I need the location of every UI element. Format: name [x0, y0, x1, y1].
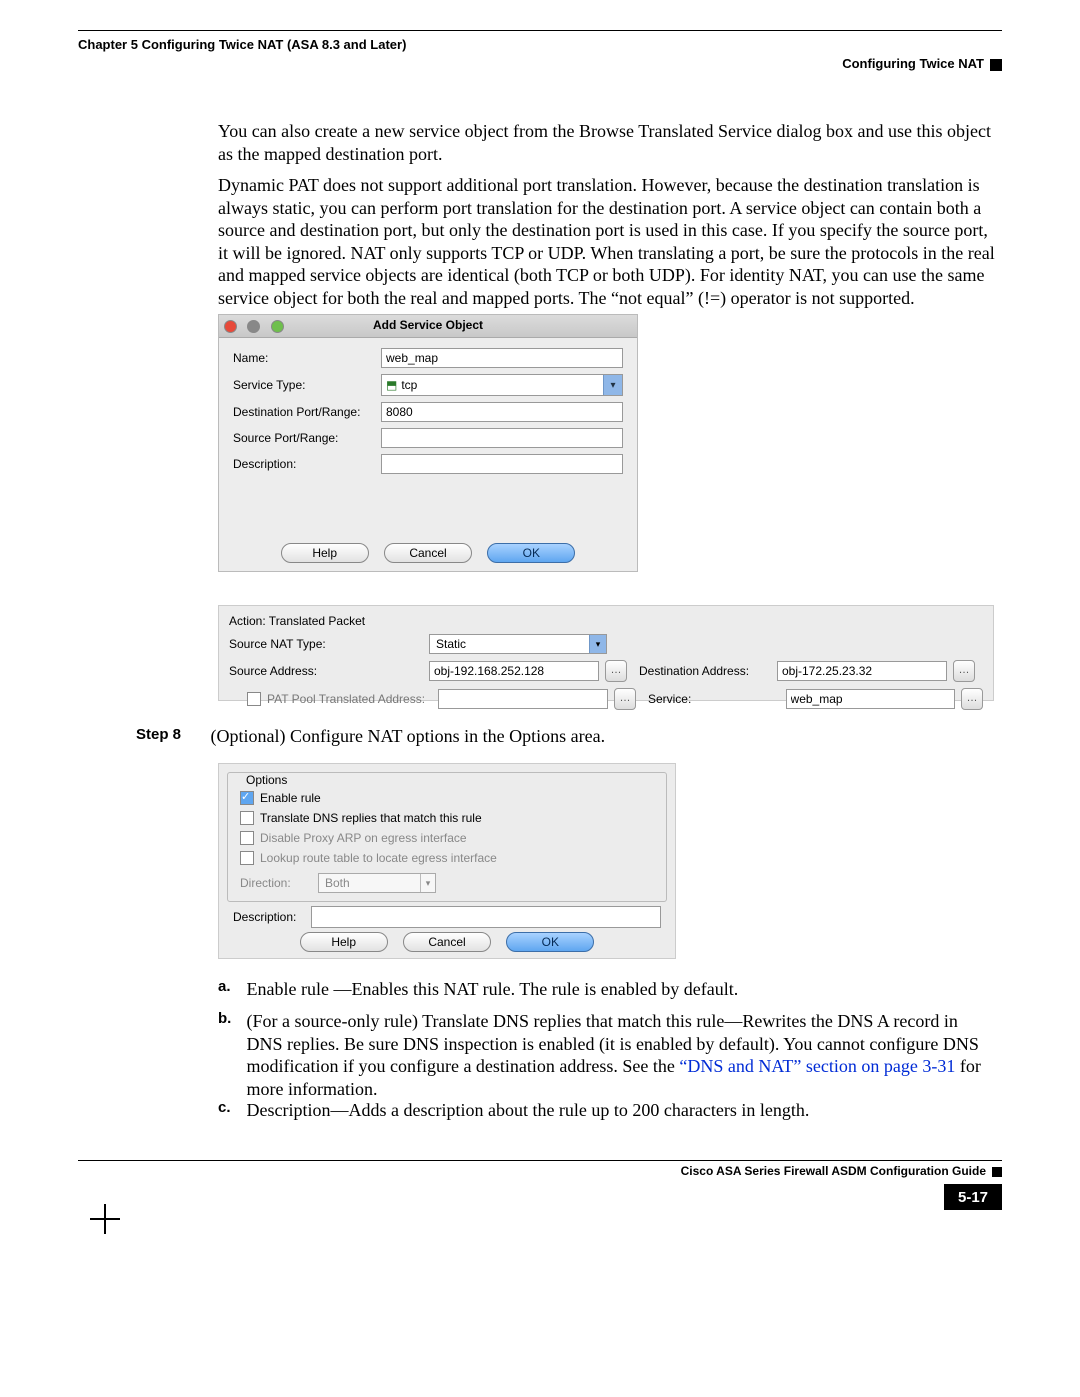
dest-address-label: Destination Address:	[627, 664, 777, 678]
source-nat-type-label: Source NAT Type:	[229, 637, 429, 651]
name-input[interactable]	[381, 348, 623, 368]
pat-pool-input	[438, 689, 608, 709]
src-port-input[interactable]	[381, 428, 623, 448]
disable-proxy-arp-checkbox	[240, 831, 254, 845]
direction-select: Both ▾	[318, 873, 436, 893]
dropdown-arrow-icon: ▾	[420, 874, 435, 892]
enable-rule-label: Enable rule	[260, 791, 321, 805]
translated-packet-panel: Action: Translated Packet Source NAT Typ…	[218, 605, 994, 701]
options-description-input[interactable]	[311, 906, 661, 928]
source-address-input[interactable]	[429, 661, 599, 681]
enable-rule-checkbox[interactable]	[240, 791, 254, 805]
name-label: Name:	[233, 351, 381, 365]
paragraph-1: You can also create a new service object…	[218, 120, 998, 165]
list-item-a: a. Enable rule —Enables this NAT rule. T…	[218, 978, 998, 1001]
service-label: Service:	[636, 692, 786, 706]
service-type-label: Service Type:	[233, 378, 381, 392]
header-chapter: Chapter 5 Configuring Twice NAT (ASA 8.3…	[78, 37, 406, 52]
description-input[interactable]	[381, 454, 623, 474]
list-item-b: b. (For a source-only rule) Translate DN…	[218, 1010, 998, 1100]
disable-proxy-arp-label: Disable Proxy ARP on egress interface	[260, 831, 467, 845]
header-rule	[78, 30, 1002, 31]
header-section: Configuring Twice NAT	[842, 56, 1002, 71]
browse-source-address-button[interactable]: …	[605, 660, 627, 682]
source-nat-type-select[interactable]: Static ▾	[429, 634, 607, 654]
options-panel: Options Enable rule Translate DNS replie…	[218, 763, 676, 959]
description-label: Description:	[233, 457, 381, 471]
lookup-route-label: Lookup route table to locate egress inte…	[260, 851, 497, 865]
translate-dns-checkbox[interactable]	[240, 811, 254, 825]
options-help-button[interactable]: Help	[300, 932, 388, 952]
cancel-button[interactable]: Cancel	[384, 543, 472, 563]
direction-label: Direction:	[240, 876, 318, 890]
help-button[interactable]: Help	[281, 543, 369, 563]
options-legend: Options	[242, 773, 291, 787]
tcp-icon: ⬒	[386, 378, 397, 392]
list-item-c: c. Description—Adds a description about …	[218, 1099, 998, 1122]
section-title: Action: Translated Packet	[229, 614, 983, 628]
paragraph-2: Dynamic PAT does not support additional …	[218, 174, 998, 309]
page-number: 5-17	[944, 1184, 1002, 1210]
browse-service-button[interactable]: …	[961, 688, 983, 710]
step-text: (Optional) Configure NAT options in the …	[211, 726, 606, 746]
pat-pool-checkbox[interactable]	[247, 692, 261, 706]
footer-guide-title: Cisco ASA Series Firewall ASDM Configura…	[681, 1164, 1002, 1178]
dns-nat-link[interactable]: “DNS and NAT” section on page 3-31	[679, 1056, 955, 1076]
footer-rule	[78, 1160, 1002, 1161]
dest-port-label: Destination Port/Range:	[233, 405, 381, 419]
options-ok-button[interactable]: OK	[506, 932, 594, 952]
options-description-label: Description:	[233, 910, 311, 924]
dialog-titlebar: Add Service Object	[219, 315, 637, 338]
add-service-object-dialog: Add Service Object Name: Service Type: ⬒…	[218, 314, 638, 572]
dest-address-input[interactable]	[777, 661, 947, 681]
step-8: Step 8 (Optional) Configure NAT options …	[136, 726, 996, 747]
ok-button[interactable]: OK	[487, 543, 575, 563]
pat-pool-label: PAT Pool Translated Address:	[267, 692, 439, 706]
dialog-title: Add Service Object	[219, 318, 637, 332]
source-address-label: Source Address:	[229, 664, 429, 678]
service-input[interactable]	[786, 689, 956, 709]
options-cancel-button[interactable]: Cancel	[403, 932, 491, 952]
translate-dns-label: Translate DNS replies that match this ru…	[260, 811, 482, 825]
service-type-select[interactable]: ⬒ tcp ▾	[381, 374, 623, 396]
dropdown-arrow-icon: ▾	[603, 375, 622, 395]
crop-mark-icon	[104, 1204, 106, 1234]
dropdown-arrow-icon: ▾	[589, 635, 606, 653]
step-label: Step 8	[136, 726, 206, 743]
browse-pat-pool-button: …	[614, 688, 636, 710]
dest-port-input[interactable]	[381, 402, 623, 422]
browse-dest-address-button[interactable]: …	[953, 660, 975, 682]
lookup-route-checkbox	[240, 851, 254, 865]
src-port-label: Source Port/Range:	[233, 431, 381, 445]
